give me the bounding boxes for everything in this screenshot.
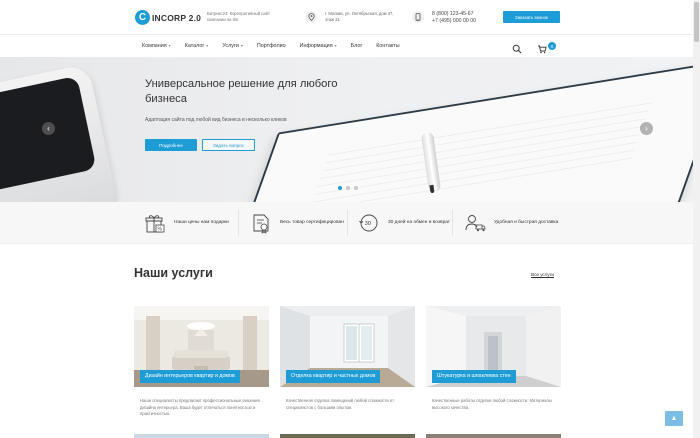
svg-text:30: 30 <box>365 221 371 227</box>
slider-prev-arrow-icon[interactable]: ‹ <box>42 122 55 135</box>
nav-item-0[interactable]: Компания ▾ <box>142 43 171 49</box>
logo-text: INCORP 2.0 <box>152 12 202 23</box>
hero-details-button[interactable]: Подробнее <box>145 139 197 151</box>
feature-return: 30 30 дней на обмен и возврат <box>358 210 454 236</box>
chevron-down-icon: ▾ <box>334 43 337 48</box>
feature-text: Наши цены нам подарки <box>174 219 229 225</box>
nav-item-label: Информация <box>299 43 333 49</box>
nav-item-label: Компания <box>142 43 167 49</box>
return-30-icon: 30 <box>358 212 380 234</box>
hero-ask-question-button[interactable]: Задать вопрос <box>202 139 255 151</box>
chevron-down-icon: ▾ <box>168 43 171 48</box>
gift-icon: % <box>144 212 166 234</box>
service-card-design[interactable]: Дизайн интерьеров квартир и домов Наши с… <box>134 306 269 438</box>
nav-item-label: Услуги <box>222 43 239 49</box>
feature-divider <box>238 210 239 236</box>
logo[interactable]: C INCORP 2.0 <box>135 10 201 25</box>
nav-item-label: Каталог <box>184 43 205 49</box>
location-pin-icon <box>305 11 317 23</box>
page-scrollbar[interactable] <box>693 0 700 438</box>
services-section-title: Наши услуги <box>134 266 213 280</box>
nav-item-label: Портфолио <box>256 43 286 49</box>
chevron-down-icon: ▾ <box>240 43 243 48</box>
service-description: Качественные работы отделки любой сложно… <box>432 398 552 410</box>
service-card-finishing[interactable]: Отделка квартир и частных домов Качестве… <box>280 306 415 438</box>
next-card-image-peek <box>280 434 415 438</box>
cart-icon[interactable] <box>537 41 547 54</box>
hero-subtitle: Адаптация сайта под любой вид бизнеса в … <box>145 117 287 123</box>
slider-dot-3[interactable] <box>354 186 358 190</box>
phone-icon <box>412 11 424 23</box>
slider-dot-1[interactable] <box>338 186 342 190</box>
phone-number-2[interactable]: +7 (495) 000 00 00 <box>432 18 476 25</box>
feature-certified: Весь товар сертифицирован <box>250 210 346 236</box>
nav-item-4[interactable]: Информация ▾ <box>300 43 337 49</box>
header-address: г. Москва, ул. Октябрьская, дом 47, этаж… <box>325 11 394 22</box>
phone-number-1[interactable]: 8 (800) 123-45-67 <box>432 11 476 18</box>
search-icon[interactable] <box>512 41 522 54</box>
feature-divider <box>452 210 453 236</box>
svg-text:%: % <box>158 227 163 233</box>
service-description: Наши специалисты предлагают профессионал… <box>140 398 260 416</box>
feature-text: 30 дней на обмен и возврат <box>388 219 450 225</box>
delivery-icon <box>464 212 486 234</box>
nav-items: Компания ▾ Каталог ▾ Услуги ▾ Портфолио Информа… <box>142 35 414 57</box>
nav-item-1[interactable]: Каталог ▾ <box>185 43 209 49</box>
service-description: Качественная отделка помещений любой сло… <box>286 398 395 410</box>
header-tagline: Битрикс24: Корпоративный сайт компании н… <box>207 11 270 22</box>
hero-title: Универсальное решение для любого бизнеса <box>145 78 338 105</box>
feature-text: Весь товар сертифицирован <box>280 219 344 225</box>
nav-item-6[interactable]: Контакты <box>376 43 399 49</box>
feature-delivery: Удобная и быстрая доставка <box>464 210 560 236</box>
feature-divider <box>347 210 348 236</box>
cart-count-badge: 0 <box>548 42 556 50</box>
scrollbar-thumb[interactable] <box>694 2 699 42</box>
callback-button[interactable]: Заказать звонок <box>503 11 560 23</box>
nav-item-3[interactable]: Портфолио <box>257 43 286 49</box>
features-bar: % Наши цены нам подарки Весь товар серти… <box>0 202 700 244</box>
main-nav: Компания ▾ Каталог ▾ Услуги ▾ Портфолио Информа… <box>0 34 700 56</box>
slider-dots <box>338 186 362 190</box>
nav-item-label: Блог <box>350 43 363 49</box>
service-card-plaster[interactable]: Штукатурка и шпаклевка стен Качественные… <box>426 306 561 438</box>
service-label[interactable]: Отделка квартир и частных домов <box>286 370 381 383</box>
next-card-image-peek <box>134 434 269 438</box>
nav-item-2[interactable]: Услуги ▾ <box>222 43 243 49</box>
nav-item-label: Контакты <box>376 43 400 49</box>
service-label[interactable]: Дизайн интерьеров квартир и домов <box>140 370 240 383</box>
hero-slider: Универсальное решение для любого бизнеса… <box>0 57 700 202</box>
chevron-down-icon: ▾ <box>206 43 209 48</box>
feature-gifts: % Наши цены нам подарки <box>144 210 240 236</box>
logo-icon: C <box>135 10 150 25</box>
nav-item-5[interactable]: Блог <box>351 43 363 49</box>
next-card-image-peek <box>426 434 561 438</box>
scroll-to-top-button[interactable]: ▲ <box>665 411 683 426</box>
header-phones: 8 (800) 123-45-67 +7 (495) 000 00 00 <box>432 11 476 25</box>
slider-next-arrow-icon[interactable]: › <box>640 122 653 135</box>
slider-dot-2[interactable] <box>346 186 350 190</box>
site-header: C INCORP 2.0 Битрикс24: Корпоративный са… <box>0 0 700 34</box>
feature-text: Удобная и быстрая доставка <box>494 219 559 225</box>
all-services-link[interactable]: Все услуги <box>531 272 554 278</box>
certificate-icon <box>250 212 272 234</box>
service-label[interactable]: Штукатурка и шпаклевка стен <box>432 370 516 383</box>
